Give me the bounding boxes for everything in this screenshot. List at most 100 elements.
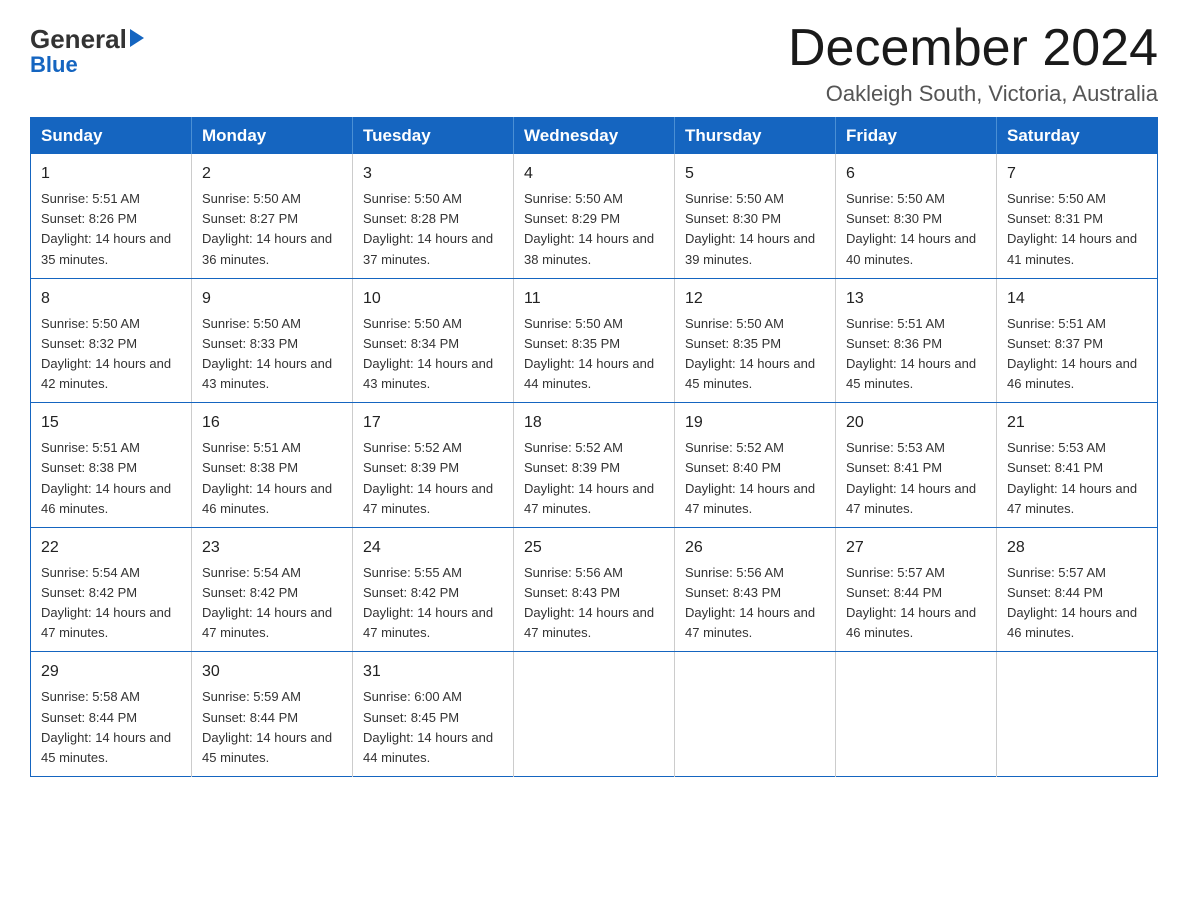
day-info: Sunrise: 5:51 AMSunset: 8:38 PMDaylight:… bbox=[41, 438, 181, 519]
title-area: December 2024 Oakleigh South, Victoria, … bbox=[788, 20, 1158, 107]
day-number: 4 bbox=[524, 162, 664, 186]
weekday-header-sunday: Sunday bbox=[31, 118, 192, 155]
calendar-cell: 8 Sunrise: 5:50 AMSunset: 8:32 PMDaylight… bbox=[31, 278, 192, 403]
day-info: Sunrise: 5:50 AMSunset: 8:31 PMDaylight:… bbox=[1007, 189, 1147, 270]
day-info: Sunrise: 5:53 AMSunset: 8:41 PMDaylight:… bbox=[1007, 438, 1147, 519]
weekday-header-thursday: Thursday bbox=[675, 118, 836, 155]
day-info: Sunrise: 5:52 AMSunset: 8:39 PMDaylight:… bbox=[363, 438, 503, 519]
calendar-cell: 26Sunrise: 5:56 AMSunset: 8:43 PMDayligh… bbox=[675, 527, 836, 652]
day-number: 9 bbox=[202, 287, 342, 311]
day-number: 24 bbox=[363, 536, 503, 560]
day-number: 30 bbox=[202, 660, 342, 684]
calendar-cell: 21Sunrise: 5:53 AMSunset: 8:41 PMDayligh… bbox=[997, 403, 1158, 528]
calendar-cell: 13Sunrise: 5:51 AMSunset: 8:36 PMDayligh… bbox=[836, 278, 997, 403]
day-number: 28 bbox=[1007, 536, 1147, 560]
calendar-week-row: 1 Sunrise: 5:51 AMSunset: 8:26 PMDaylight… bbox=[31, 154, 1158, 278]
day-number: 16 bbox=[202, 411, 342, 435]
day-number: 3 bbox=[363, 162, 503, 186]
calendar-cell: 23Sunrise: 5:54 AMSunset: 8:42 PMDayligh… bbox=[192, 527, 353, 652]
calendar-cell: 14 Sunrise: 5:51 AMSunset: 8:37 PMDayligh… bbox=[997, 278, 1158, 403]
calendar-cell: 10 Sunrise: 5:50 AMSunset: 8:34 PMDayligh… bbox=[353, 278, 514, 403]
calendar-cell: 6Sunrise: 5:50 AMSunset: 8:30 PMDaylight… bbox=[836, 154, 997, 278]
day-number: 5 bbox=[685, 162, 825, 186]
day-info: Sunrise: 5:51 AMSunset: 8:26 PMDaylight:… bbox=[41, 189, 181, 270]
day-number: 11 bbox=[524, 287, 664, 311]
calendar-cell: 25Sunrise: 5:56 AMSunset: 8:43 PMDayligh… bbox=[514, 527, 675, 652]
calendar-cell: 19 Sunrise: 5:52 AMSunset: 8:40 PMDayligh… bbox=[675, 403, 836, 528]
day-number: 20 bbox=[846, 411, 986, 435]
month-title: December 2024 bbox=[788, 20, 1158, 77]
day-info: Sunrise: 5:50 AMSunset: 8:34 PMDaylight:… bbox=[363, 314, 503, 395]
calendar-cell: 9 Sunrise: 5:50 AMSunset: 8:33 PMDaylight… bbox=[192, 278, 353, 403]
calendar-cell: 22Sunrise: 5:54 AMSunset: 8:42 PMDayligh… bbox=[31, 527, 192, 652]
day-info: Sunrise: 5:52 AMSunset: 8:39 PMDaylight:… bbox=[524, 438, 664, 519]
day-number: 7 bbox=[1007, 162, 1147, 186]
day-number: 31 bbox=[363, 660, 503, 684]
day-number: 8 bbox=[41, 287, 181, 311]
weekday-header-saturday: Saturday bbox=[997, 118, 1158, 155]
day-info: Sunrise: 5:57 AMSunset: 8:44 PMDaylight:… bbox=[1007, 563, 1147, 644]
calendar-cell: 20 Sunrise: 5:53 AMSunset: 8:41 PMDayligh… bbox=[836, 403, 997, 528]
calendar-week-row: 8 Sunrise: 5:50 AMSunset: 8:32 PMDaylight… bbox=[31, 278, 1158, 403]
calendar-cell bbox=[514, 652, 675, 777]
weekday-header-tuesday: Tuesday bbox=[353, 118, 514, 155]
day-info: Sunrise: 5:50 AMSunset: 8:33 PMDaylight:… bbox=[202, 314, 342, 395]
calendar-week-row: 29 Sunrise: 5:58 AMSunset: 8:44 PMDayligh… bbox=[31, 652, 1158, 777]
calendar-cell: 27Sunrise: 5:57 AMSunset: 8:44 PMDayligh… bbox=[836, 527, 997, 652]
day-number: 13 bbox=[846, 287, 986, 311]
calendar-cell bbox=[836, 652, 997, 777]
logo-triangle-icon bbox=[130, 29, 144, 47]
calendar-cell: 16 Sunrise: 5:51 AMSunset: 8:38 PMDayligh… bbox=[192, 403, 353, 528]
day-number: 10 bbox=[363, 287, 503, 311]
weekday-header-friday: Friday bbox=[836, 118, 997, 155]
day-number: 17 bbox=[363, 411, 503, 435]
day-info: Sunrise: 5:50 AMSunset: 8:35 PMDaylight:… bbox=[685, 314, 825, 395]
weekday-header-monday: Monday bbox=[192, 118, 353, 155]
day-number: 1 bbox=[41, 162, 181, 186]
calendar-cell bbox=[997, 652, 1158, 777]
day-number: 15 bbox=[41, 411, 181, 435]
day-info: Sunrise: 5:50 AMSunset: 8:27 PMDaylight:… bbox=[202, 189, 342, 270]
day-info: Sunrise: 5:51 AMSunset: 8:37 PMDaylight:… bbox=[1007, 314, 1147, 395]
calendar-cell bbox=[675, 652, 836, 777]
calendar-cell: 18 Sunrise: 5:52 AMSunset: 8:39 PMDayligh… bbox=[514, 403, 675, 528]
day-info: Sunrise: 5:50 AMSunset: 8:29 PMDaylight:… bbox=[524, 189, 664, 270]
day-number: 26 bbox=[685, 536, 825, 560]
calendar-cell: 3 Sunrise: 5:50 AMSunset: 8:28 PMDaylight… bbox=[353, 154, 514, 278]
calendar-cell: 30 Sunrise: 5:59 AMSunset: 8:44 PMDayligh… bbox=[192, 652, 353, 777]
day-info: Sunrise: 5:50 AMSunset: 8:28 PMDaylight:… bbox=[363, 189, 503, 270]
calendar-week-row: 22Sunrise: 5:54 AMSunset: 8:42 PMDayligh… bbox=[31, 527, 1158, 652]
day-number: 18 bbox=[524, 411, 664, 435]
calendar-cell: 4 Sunrise: 5:50 AMSunset: 8:29 PMDaylight… bbox=[514, 154, 675, 278]
logo-general-text: General bbox=[30, 26, 127, 52]
day-info: Sunrise: 5:50 AMSunset: 8:30 PMDaylight:… bbox=[846, 189, 986, 270]
day-info: Sunrise: 5:52 AMSunset: 8:40 PMDaylight:… bbox=[685, 438, 825, 519]
day-number: 19 bbox=[685, 411, 825, 435]
day-info: Sunrise: 5:58 AMSunset: 8:44 PMDaylight:… bbox=[41, 687, 181, 768]
calendar-cell: 17 Sunrise: 5:52 AMSunset: 8:39 PMDayligh… bbox=[353, 403, 514, 528]
calendar-cell: 5 Sunrise: 5:50 AMSunset: 8:30 PMDaylight… bbox=[675, 154, 836, 278]
day-info: Sunrise: 5:53 AMSunset: 8:41 PMDaylight:… bbox=[846, 438, 986, 519]
day-info: Sunrise: 5:50 AMSunset: 8:30 PMDaylight:… bbox=[685, 189, 825, 270]
location-title: Oakleigh South, Victoria, Australia bbox=[788, 81, 1158, 107]
day-info: Sunrise: 6:00 AMSunset: 8:45 PMDaylight:… bbox=[363, 687, 503, 768]
weekday-header-row: SundayMondayTuesdayWednesdayThursdayFrid… bbox=[31, 118, 1158, 155]
day-number: 27 bbox=[846, 536, 986, 560]
calendar-week-row: 15 Sunrise: 5:51 AMSunset: 8:38 PMDayligh… bbox=[31, 403, 1158, 528]
day-info: Sunrise: 5:59 AMSunset: 8:44 PMDaylight:… bbox=[202, 687, 342, 768]
day-info: Sunrise: 5:56 AMSunset: 8:43 PMDaylight:… bbox=[524, 563, 664, 644]
calendar-cell: 15 Sunrise: 5:51 AMSunset: 8:38 PMDayligh… bbox=[31, 403, 192, 528]
calendar-cell: 24 Sunrise: 5:55 AMSunset: 8:42 PMDayligh… bbox=[353, 527, 514, 652]
calendar-cell: 1 Sunrise: 5:51 AMSunset: 8:26 PMDaylight… bbox=[31, 154, 192, 278]
day-number: 12 bbox=[685, 287, 825, 311]
day-info: Sunrise: 5:50 AMSunset: 8:35 PMDaylight:… bbox=[524, 314, 664, 395]
day-number: 2 bbox=[202, 162, 342, 186]
calendar-cell: 12 Sunrise: 5:50 AMSunset: 8:35 PMDayligh… bbox=[675, 278, 836, 403]
calendar-cell: 28 Sunrise: 5:57 AMSunset: 8:44 PMDayligh… bbox=[997, 527, 1158, 652]
day-info: Sunrise: 5:55 AMSunset: 8:42 PMDaylight:… bbox=[363, 563, 503, 644]
day-number: 14 bbox=[1007, 287, 1147, 311]
day-info: Sunrise: 5:51 AMSunset: 8:38 PMDaylight:… bbox=[202, 438, 342, 519]
day-info: Sunrise: 5:50 AMSunset: 8:32 PMDaylight:… bbox=[41, 314, 181, 395]
day-number: 22 bbox=[41, 536, 181, 560]
day-number: 29 bbox=[41, 660, 181, 684]
